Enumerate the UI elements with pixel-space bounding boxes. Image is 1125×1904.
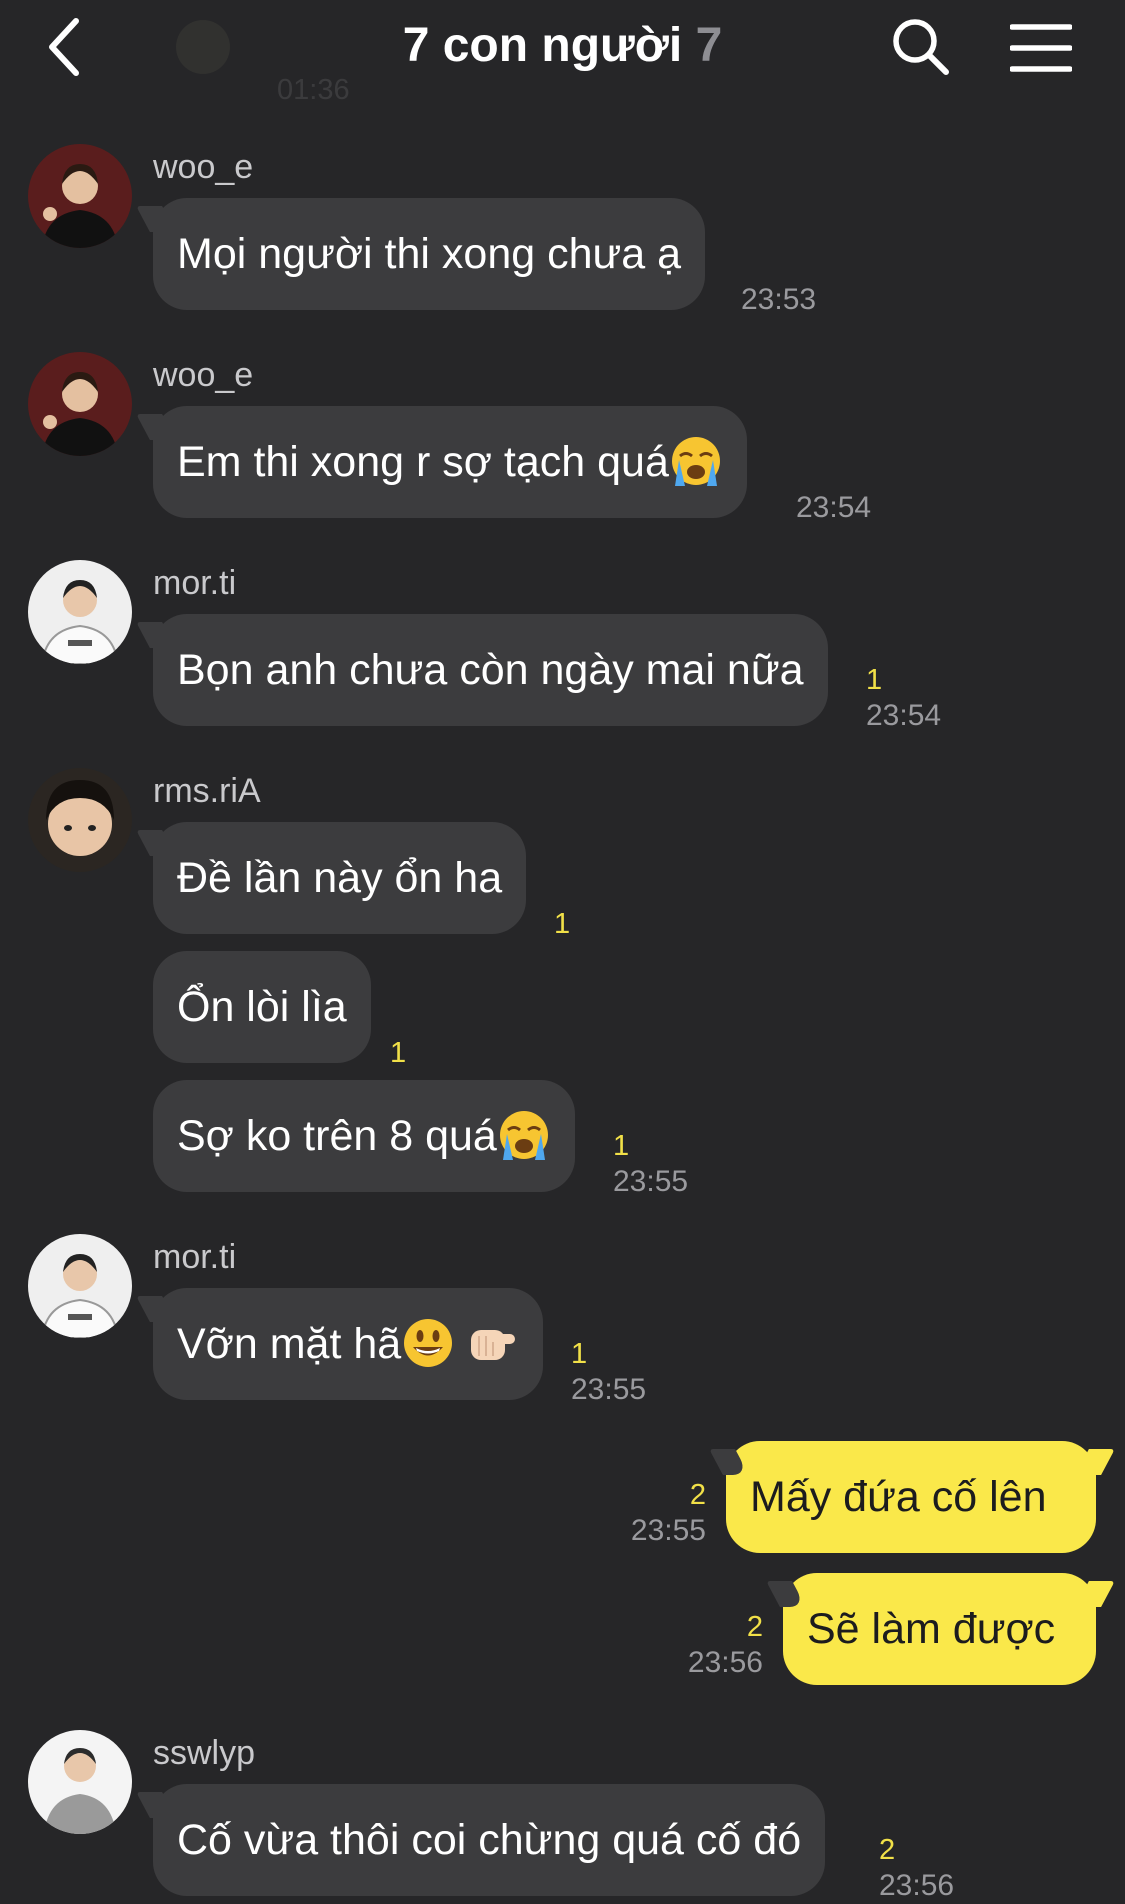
- loudly-crying-face-icon: [498, 1109, 550, 1162]
- message-time: 23:56: [879, 1869, 955, 1902]
- message-text: Sợ ko trên 8 quá: [177, 1112, 497, 1160]
- sender-name: mor.ti: [153, 564, 237, 602]
- sender-name: woo_e: [153, 148, 254, 186]
- message-text: Ổn lòi lìa: [177, 983, 347, 1031]
- unread-count: 1: [613, 1130, 630, 1162]
- message-time: 23:55: [630, 1514, 706, 1547]
- my-message-bubble[interactable]: Sẽ làm được: [783, 1573, 1096, 1685]
- message-meta: 1 23:55: [613, 1128, 688, 1200]
- message-time: 23:56: [687, 1646, 763, 1679]
- message-text: Sẽ làm được: [807, 1605, 1056, 1653]
- message-meta: 2 23:56: [617, 1609, 763, 1681]
- message-bubble[interactable]: Đề lần này ổn ha: [153, 822, 527, 934]
- message-meta: 1: [390, 1035, 406, 1071]
- message-text: Vỡn mặt hã: [177, 1320, 402, 1368]
- message-time: 23:55: [613, 1165, 689, 1198]
- message-bubble[interactable]: Ổn lòi lìa: [153, 951, 371, 1063]
- unread-count: 1: [571, 1338, 588, 1370]
- unread-count: 2: [879, 1834, 896, 1866]
- message-time: 23:54: [866, 699, 942, 732]
- avatar-mor.ti[interactable]: [28, 1234, 132, 1338]
- message-meta: 1 23:54: [866, 662, 941, 734]
- message-meta: 1: [554, 906, 570, 942]
- message-meta: 23:54: [796, 490, 871, 526]
- member-count: 7: [695, 19, 723, 72]
- message-text: Mấy đứa cố lên: [750, 1473, 1047, 1521]
- sender-name: sswlyp: [153, 1734, 256, 1772]
- message-meta: 2 23:56: [879, 1832, 954, 1904]
- chat-title-text: 7 con người: [402, 19, 683, 72]
- unread-count: 1: [866, 664, 883, 696]
- sender-name: woo_e: [153, 356, 254, 394]
- avatar-woo_e[interactable]: [28, 352, 132, 456]
- search-icon[interactable]: [890, 16, 952, 78]
- message-time: 23:55: [571, 1373, 647, 1406]
- chat-header: 01:36 7 con người 7: [0, 0, 1125, 110]
- message-time: 23:53: [741, 283, 817, 316]
- avatar-mor.ti[interactable]: [28, 560, 132, 664]
- chat-title: 7 con người 7: [0, 18, 1125, 73]
- sender-name: mor.ti: [153, 1238, 237, 1276]
- avatar-sswlyp[interactable]: [28, 1730, 132, 1834]
- message-bubble[interactable]: Sợ ko trên 8 quá: [153, 1080, 575, 1192]
- message-text: Đề lần này ổn ha: [177, 854, 503, 902]
- message-bubble[interactable]: Bọn anh chưa còn ngày mai nữa: [153, 614, 828, 726]
- avatar-rms.riA[interactable]: [28, 768, 132, 872]
- message-meta: 1 23:55: [571, 1336, 646, 1408]
- message-text: Cố vừa thôi coi chừng quá cố đó: [177, 1816, 802, 1864]
- loudly-crying-face-icon: [670, 435, 722, 488]
- unread-count: 2: [689, 1479, 706, 1511]
- message-time: 23:54: [796, 491, 872, 524]
- message-bubble[interactable]: Cố vừa thôi coi chừng quá cố đó: [153, 1784, 826, 1896]
- message-bubble[interactable]: Em thi xong r sợ tạch quá: [153, 406, 747, 518]
- message-meta: 2 23:55: [560, 1477, 706, 1549]
- unread-count: 2: [746, 1611, 763, 1643]
- message-bubble[interactable]: Vỡn mặt hã: [153, 1288, 544, 1400]
- my-message-bubble[interactable]: Mấy đứa cố lên: [726, 1441, 1096, 1553]
- unread-count: 1: [390, 1037, 407, 1069]
- grinning-face-icon: [404, 1318, 453, 1367]
- message-text: Em thi xong r sợ tạch quá: [177, 438, 669, 486]
- message-bubble[interactable]: Mọi người thi xong chưa ạ: [153, 198, 706, 310]
- message-meta: 23:53: [741, 282, 816, 318]
- avatar-woo_e[interactable]: [28, 144, 132, 248]
- hamburger-menu-icon[interactable]: [1010, 22, 1072, 74]
- message-text: Mọi người thi xong chưa ạ: [177, 230, 682, 278]
- message-text: Bọn anh chưa còn ngày mai nữa: [177, 646, 804, 694]
- faded-time: 01:36: [277, 74, 350, 106]
- unread-count: 1: [554, 908, 571, 940]
- sender-name: rms.riA: [153, 772, 261, 810]
- pointing-hand-icon: [470, 1328, 517, 1361]
